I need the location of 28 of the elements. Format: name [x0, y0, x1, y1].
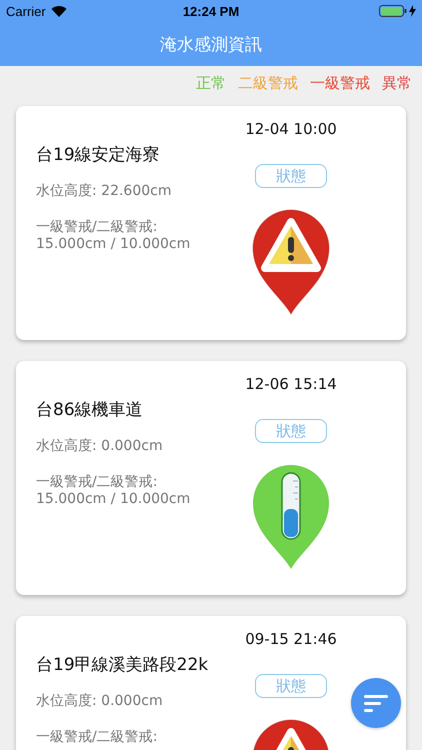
water-level-text: 水位高度: 0.000cm: [36, 692, 164, 710]
water-level-text: 水位高度: 0.000cm: [36, 437, 164, 455]
legend-label: 異常: [382, 74, 412, 94]
sensor-time: 12-04 10:00: [245, 120, 337, 138]
sensor-time: 09-15 21:46: [245, 630, 337, 648]
screen-title: 淹水感測資訊: [159, 34, 263, 56]
threshold-label: 一級警戒/二級警戒:: [36, 218, 158, 236]
sensor-card[interactable]: 台86線機車道 水位高度: 0.000cm 一級警戒/二級警戒: 15.000cm / 10.000cm 12-06 15:14 狀態: [16, 361, 406, 595]
carrier-label: Carrier: [6, 4, 46, 18]
filter-icon: [364, 694, 388, 712]
sensor-time: 12-06 15:14: [245, 375, 337, 393]
threshold-label: 一級警戒/二級警戒:: [36, 473, 158, 491]
sensor-name: 台19甲線溪美路段22k: [36, 654, 210, 676]
sensor-name: 台86線機車道: [36, 399, 144, 421]
sensor-name: 台19線安定海寮: [36, 144, 161, 166]
status-time: 12:24 PM: [182, 4, 240, 18]
battery-icon: [379, 5, 407, 17]
legend-label: 一級警戒: [310, 74, 370, 94]
wifi-icon: [50, 5, 67, 17]
threshold-label: 一級警戒/二級警戒:: [36, 728, 158, 746]
threshold-value: 15.000cm / 10.000cm: [36, 491, 192, 507]
sensor-card[interactable]: 台19線安定海寮 水位高度: 22.600cm 一級警戒/二級警戒: 15.000cm / 10.000cm 12-04 10:00 狀態: [16, 106, 406, 340]
charging-icon: [409, 5, 416, 17]
sensor-card[interactable]: 台19甲線溪美路段22k 水位高度: 0.000cm 一級警戒/二級警戒: 09-15 21:46 狀態: [16, 616, 406, 750]
water-level-text: 水位高度: 22.600cm: [36, 182, 172, 200]
legend-label: 正常: [196, 74, 226, 94]
threshold-value: 15.000cm / 10.000cm: [36, 236, 192, 252]
legend-label: 二級警戒: [238, 74, 298, 94]
